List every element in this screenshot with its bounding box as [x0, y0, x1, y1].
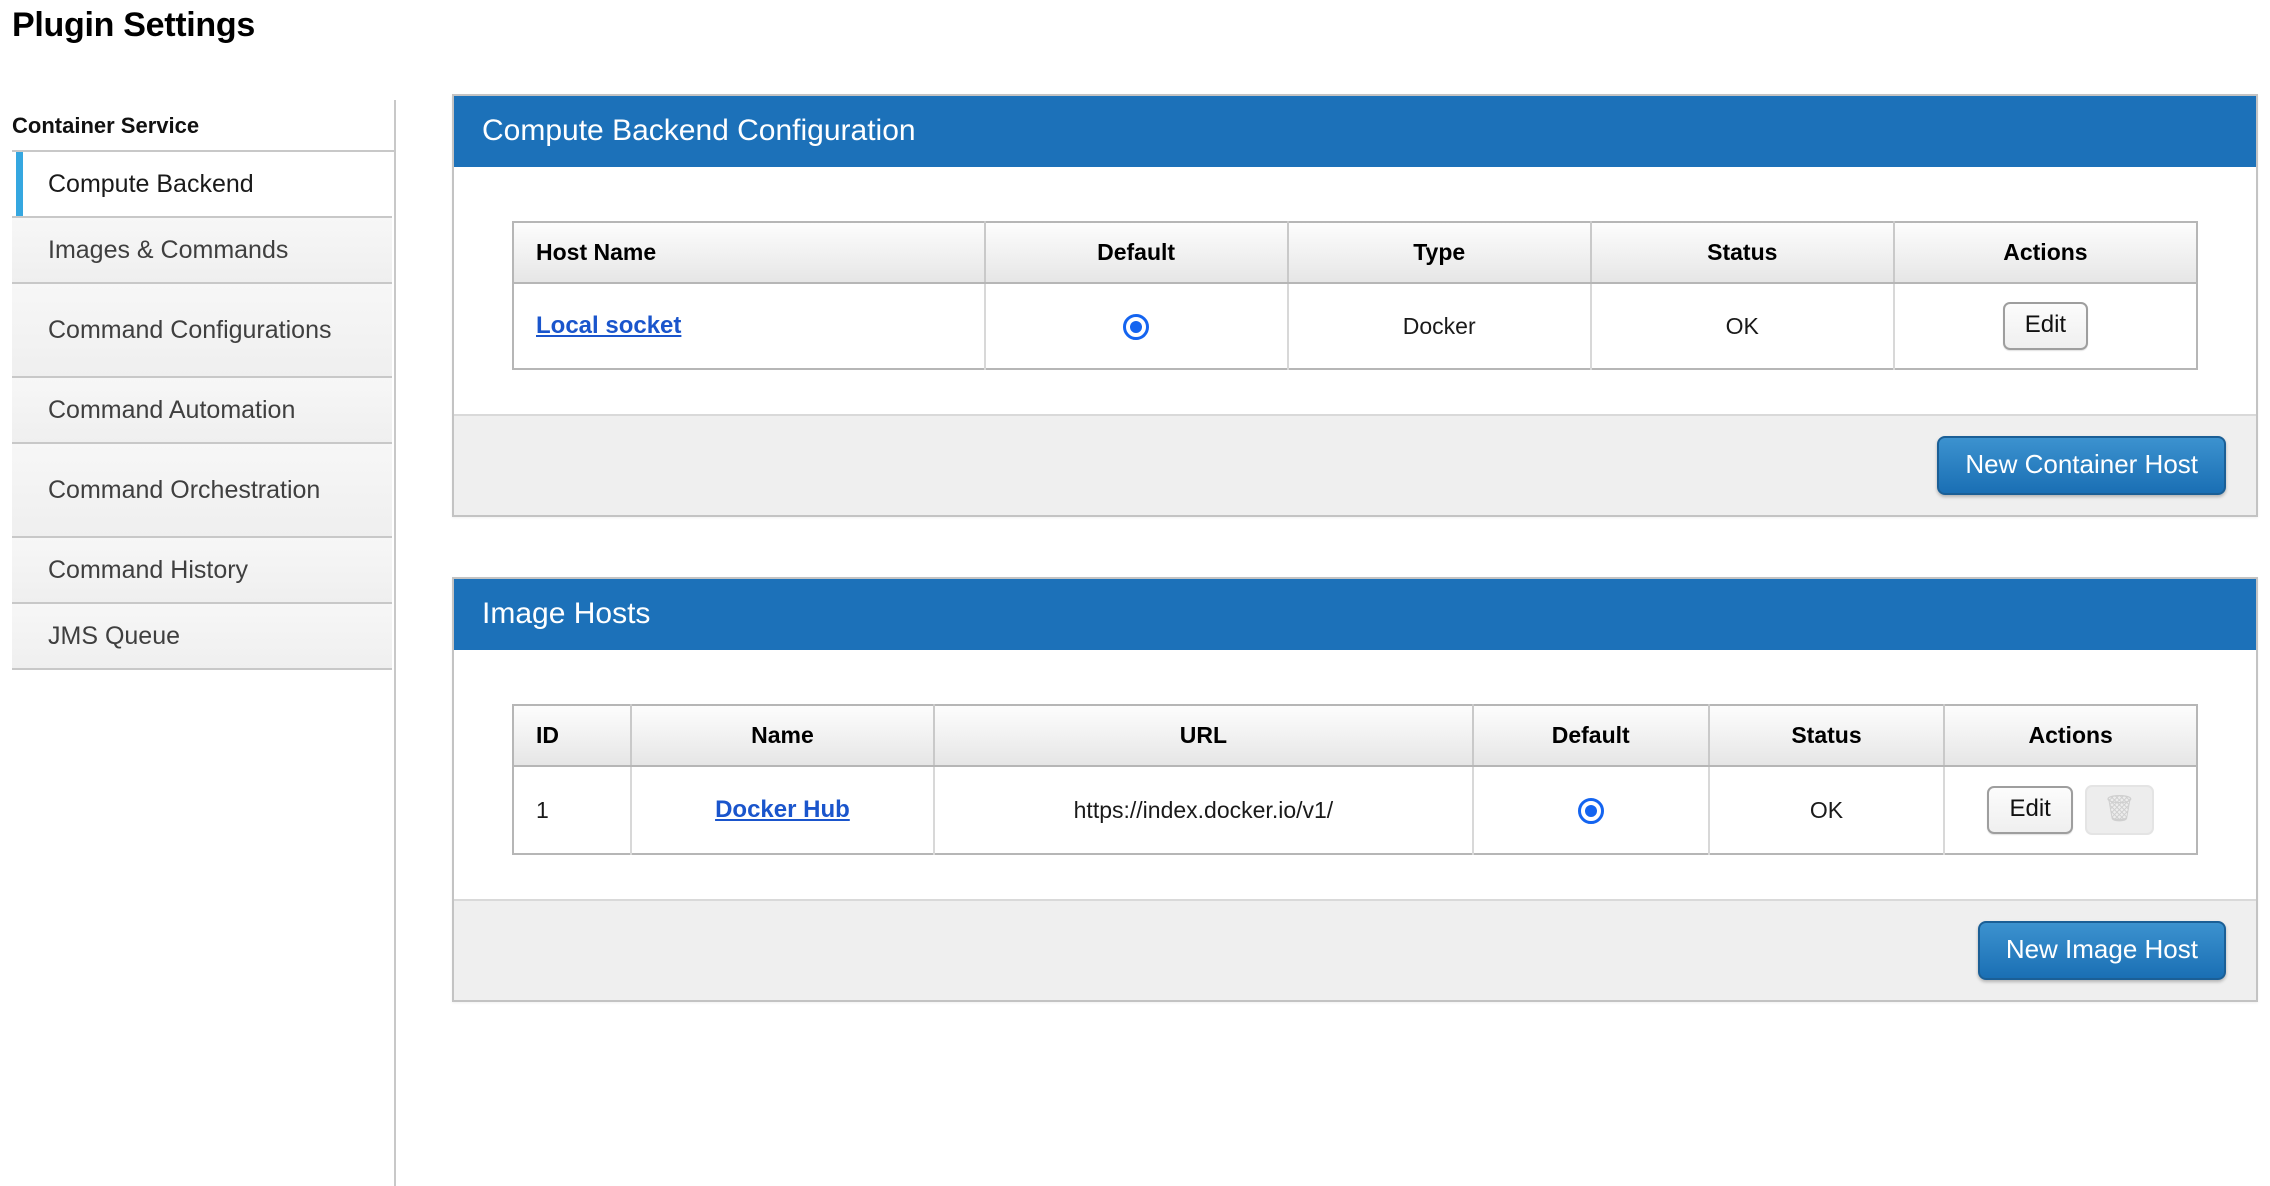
cell-host-name: Local socket — [513, 283, 985, 369]
sidebar-item-label: Command History — [48, 554, 248, 586]
image-hosts-panel-title: Image Hosts — [454, 579, 2256, 650]
cell-url: https://index.docker.io/v1/ — [934, 766, 1473, 854]
cell-default — [1473, 766, 1709, 854]
image-hosts-table-body: 1 Docker Hub https://index.docker.io/v1/… — [513, 766, 2197, 854]
new-image-host-button[interactable]: New Image Host — [1978, 921, 2226, 980]
compute-backend-table-body: Local socket Docker OK Edit — [513, 283, 2197, 369]
column-header-actions: Actions — [1894, 222, 2197, 283]
sidebar-item-command-automation[interactable]: Command Automation — [12, 378, 392, 444]
sidebar-item-label: Compute Backend — [48, 168, 254, 200]
main-content: Compute Backend Configuration Host Name … — [452, 94, 2258, 1062]
image-hosts-table: ID Name URL Default Status Actions 1 — [512, 704, 2198, 855]
image-hosts-panel-footer: New Image Host — [454, 899, 2256, 1000]
compute-backend-panel-body: Host Name Default Type Status Actions Lo… — [454, 167, 2256, 414]
image-hosts-table-head: ID Name URL Default Status Actions — [513, 705, 2197, 766]
cell-name: Docker Hub — [631, 766, 934, 854]
cell-type: Docker — [1288, 283, 1591, 369]
sidebar-item-jms-queue[interactable]: JMS Queue — [12, 604, 392, 670]
sidebar-item-images-and-commands[interactable]: Images & Commands — [12, 218, 392, 284]
image-host-name-link[interactable]: Docker Hub — [715, 796, 850, 823]
sidebar-item-label: Command Orchestration — [48, 474, 320, 506]
sidebar-item-command-orchestration[interactable]: Command Orchestration — [12, 444, 392, 538]
sidebar-nav-list: Compute Backend Images & Commands Comman… — [12, 152, 392, 670]
delete-button: 🗑 — [2085, 785, 2154, 835]
sidebar-header: Container Service — [12, 100, 394, 152]
edit-button[interactable]: Edit — [1987, 786, 2072, 834]
column-header-name: Name — [631, 705, 934, 766]
cell-actions: Edit 🗑 — [1944, 766, 2197, 854]
compute-backend-panel-footer: New Container Host — [454, 414, 2256, 515]
column-header-type: Type — [1288, 222, 1591, 283]
column-header-default: Default — [985, 222, 1288, 283]
sidebar-item-label: Images & Commands — [48, 234, 288, 266]
compute-backend-table: Host Name Default Type Status Actions Lo… — [512, 221, 2198, 370]
default-radio-button[interactable] — [1123, 314, 1149, 340]
column-header-url: URL — [934, 705, 1473, 766]
cell-status: OK — [1709, 766, 1945, 854]
default-radio-button[interactable] — [1578, 798, 1604, 824]
cell-actions: Edit — [1894, 283, 2197, 369]
compute-backend-table-head: Host Name Default Type Status Actions — [513, 222, 2197, 283]
trash-icon: 🗑 — [2103, 795, 2136, 821]
new-container-host-button[interactable]: New Container Host — [1937, 436, 2226, 495]
page-title: Plugin Settings — [12, 6, 255, 45]
cell-id: 1 — [513, 766, 631, 854]
compute-backend-panel: Compute Backend Configuration Host Name … — [452, 94, 2258, 517]
sidebar-item-label: Command Configurations — [48, 314, 331, 346]
column-header-id: ID — [513, 705, 631, 766]
sidebar-item-compute-backend[interactable]: Compute Backend — [12, 152, 392, 218]
cell-default — [985, 283, 1288, 369]
plugin-settings-page: Plugin Settings Container Service Comput… — [0, 0, 2270, 1186]
column-header-host-name: Host Name — [513, 222, 985, 283]
image-hosts-panel: Image Hosts ID Name URL Default Status A… — [452, 577, 2258, 1002]
sidebar-item-label: JMS Queue — [48, 620, 180, 652]
sidebar-item-command-configurations[interactable]: Command Configurations — [12, 284, 392, 378]
host-name-link[interactable]: Local socket — [536, 312, 681, 339]
table-row: Local socket Docker OK Edit — [513, 283, 2197, 369]
sidebar: Container Service Compute Backend Images… — [12, 100, 396, 1186]
table-row: 1 Docker Hub https://index.docker.io/v1/… — [513, 766, 2197, 854]
sidebar-item-command-history[interactable]: Command History — [12, 538, 392, 604]
cell-status: OK — [1591, 283, 1894, 369]
column-header-status: Status — [1591, 222, 1894, 283]
table-header-row: Host Name Default Type Status Actions — [513, 222, 2197, 283]
column-header-default: Default — [1473, 705, 1709, 766]
compute-backend-panel-title: Compute Backend Configuration — [454, 96, 2256, 167]
column-header-status: Status — [1709, 705, 1945, 766]
column-header-actions: Actions — [1944, 705, 2197, 766]
table-header-row: ID Name URL Default Status Actions — [513, 705, 2197, 766]
edit-button[interactable]: Edit — [2003, 302, 2088, 350]
sidebar-item-label: Command Automation — [48, 394, 295, 426]
image-hosts-panel-body: ID Name URL Default Status Actions 1 — [454, 650, 2256, 899]
